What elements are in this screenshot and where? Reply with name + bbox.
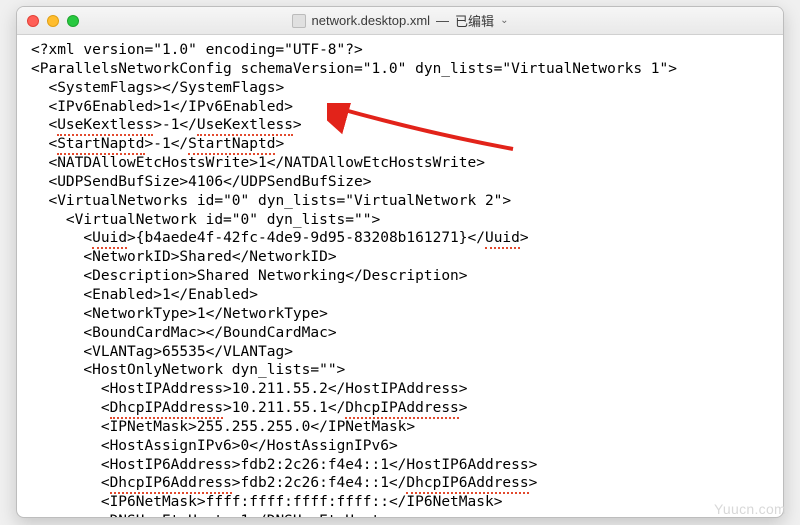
filename: network.desktop.xml [312,13,431,28]
titlebar: network.desktop.xml — 已编辑 ⌄ [17,7,783,35]
close-icon[interactable] [27,15,39,27]
editor-window: Mac.orsoon.com network.desktop.xml — 已编辑… [16,6,784,518]
text-editor[interactable]: <?xml version="1.0" encoding="UTF-8"?> <… [17,35,783,517]
minimize-icon[interactable] [47,15,59,27]
window-title: network.desktop.xml — 已编辑 ⌄ [17,11,783,30]
watermark-bottom: Yuucn.com [714,501,786,517]
traffic-lights [27,15,79,27]
zoom-icon[interactable] [67,15,79,27]
chevron-down-icon[interactable]: ⌄ [500,15,508,26]
document-icon [292,14,306,28]
document-status: 已编辑 [455,11,494,30]
